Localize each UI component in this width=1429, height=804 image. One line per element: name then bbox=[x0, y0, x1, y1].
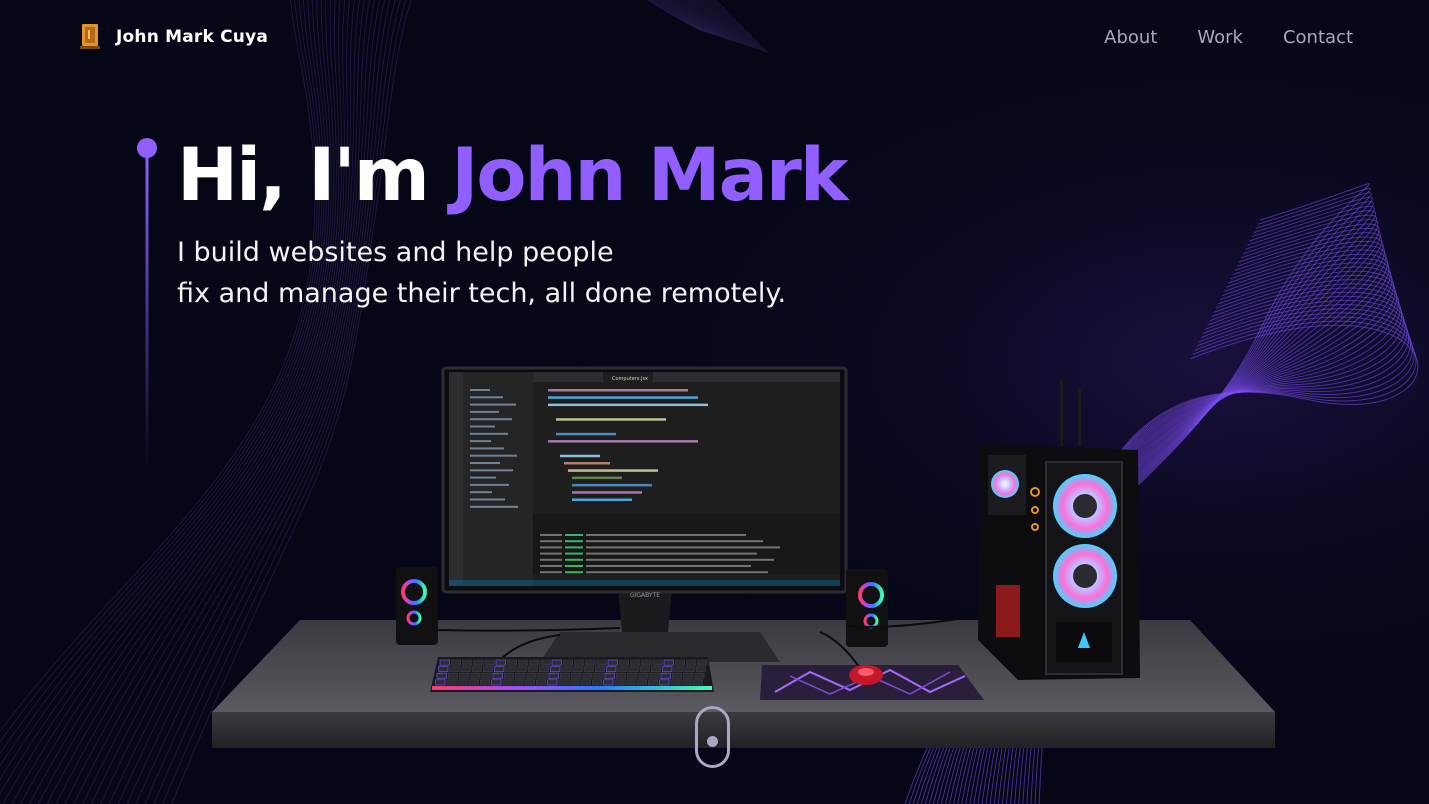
monitor-brand-label: GIGABYTE bbox=[630, 592, 660, 599]
monitor: Computers.jsx GIGABYTE bbox=[441, 366, 848, 662]
scroll-down-indicator[interactable] bbox=[695, 706, 730, 768]
speaker-left bbox=[396, 567, 438, 645]
mousepad bbox=[760, 665, 984, 700]
speaker-right bbox=[846, 569, 888, 647]
pc-tower bbox=[978, 380, 1140, 680]
desktop-pc-3d-scene[interactable]: Computers.jsx GIGABYTE bbox=[0, 0, 1429, 804]
scroll-down-icon bbox=[707, 735, 718, 747]
editor-active-tab: Computers.jsx bbox=[612, 376, 648, 382]
keyboard bbox=[430, 657, 714, 692]
